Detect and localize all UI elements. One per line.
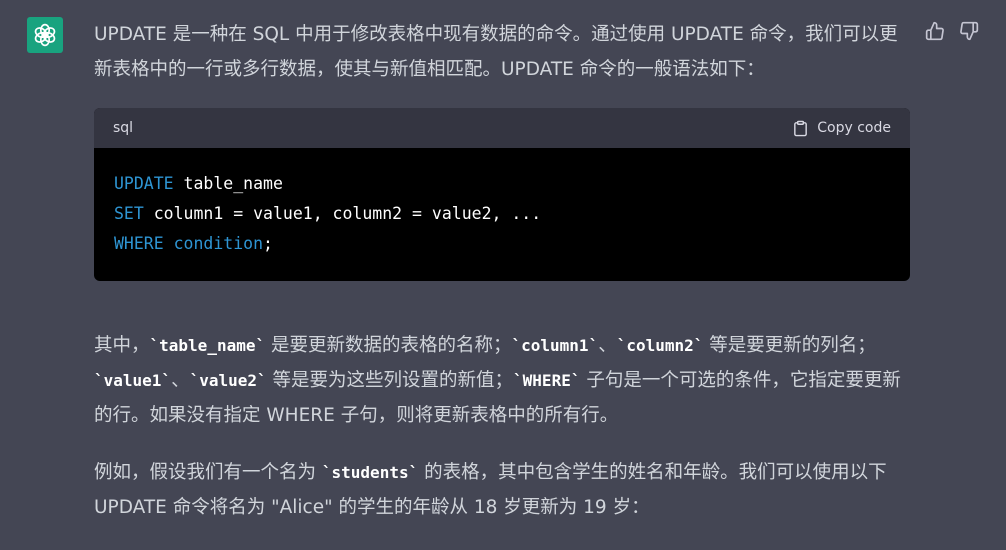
keyword-condition: condition xyxy=(173,234,264,253)
assistant-message: UPDATE 是一种在 SQL 中用于修改表格中现有数据的命令。通过使用 UPD… xyxy=(94,17,910,525)
thumbs-up-button[interactable] xyxy=(924,20,946,42)
clipboard-icon xyxy=(794,120,808,136)
inline-code: `table_name` xyxy=(149,336,266,355)
code-block: sql Copy code UPDATE table_name SET colum… xyxy=(94,108,910,281)
thumbs-down-button[interactable] xyxy=(958,20,980,42)
explanation-paragraph: 其中，`table_name` 是要更新数据的表格的名称；`column1`、`… xyxy=(94,328,910,433)
inline-code: `value1` xyxy=(94,371,172,390)
code-text: column1 = value1, column2 = value2, ... xyxy=(143,204,542,223)
code-line-3: WHERE condition; xyxy=(114,229,890,259)
copy-code-button[interactable]: Copy code xyxy=(792,111,891,146)
keyword-where: WHERE xyxy=(114,234,164,253)
inline-code: `value2` xyxy=(189,371,267,390)
feedback-buttons xyxy=(924,20,980,42)
code-line-1: UPDATE table_name xyxy=(114,169,890,199)
thumbs-down-icon xyxy=(960,21,979,41)
text-span: 、 xyxy=(598,335,617,356)
code-line-2: SET column1 = value1, column2 = value2, … xyxy=(114,199,890,229)
code-body: UPDATE table_name SET column1 = value1, c… xyxy=(94,148,910,281)
text-span: 等是要为这些列设置的新值； xyxy=(266,370,514,391)
text-span: 例如，假设我们有一个名为 xyxy=(94,462,322,483)
copy-code-label: Copy code xyxy=(817,119,891,136)
keyword-update: UPDATE xyxy=(114,174,174,193)
thumbs-up-icon xyxy=(925,21,944,41)
inline-code: `column2` xyxy=(616,336,704,355)
text-span: 是要更新数据的表格的名称； xyxy=(265,335,512,356)
assistant-avatar xyxy=(27,17,63,53)
text-span: 、 xyxy=(171,370,190,391)
text-span: 其中， xyxy=(94,335,150,356)
text-span: 等是要更新的列名； xyxy=(703,335,876,356)
code-language-label: sql xyxy=(113,119,134,136)
example-paragraph: 例如，假设我们有一个名为 `students` 的表格，其中包含学生的姓名和年龄… xyxy=(94,455,910,525)
code-text: table_name xyxy=(173,174,283,193)
inline-code: `column1` xyxy=(511,336,599,355)
inline-code: `students` xyxy=(321,463,419,482)
inline-code: `WHERE` xyxy=(513,371,581,390)
code-text: ; xyxy=(263,234,273,253)
openai-logo-icon xyxy=(34,23,56,47)
keyword-set: SET xyxy=(114,204,144,223)
code-header: sql Copy code xyxy=(94,108,910,148)
intro-paragraph: UPDATE 是一种在 SQL 中用于修改表格中现有数据的命令。通过使用 UPD… xyxy=(94,24,898,80)
